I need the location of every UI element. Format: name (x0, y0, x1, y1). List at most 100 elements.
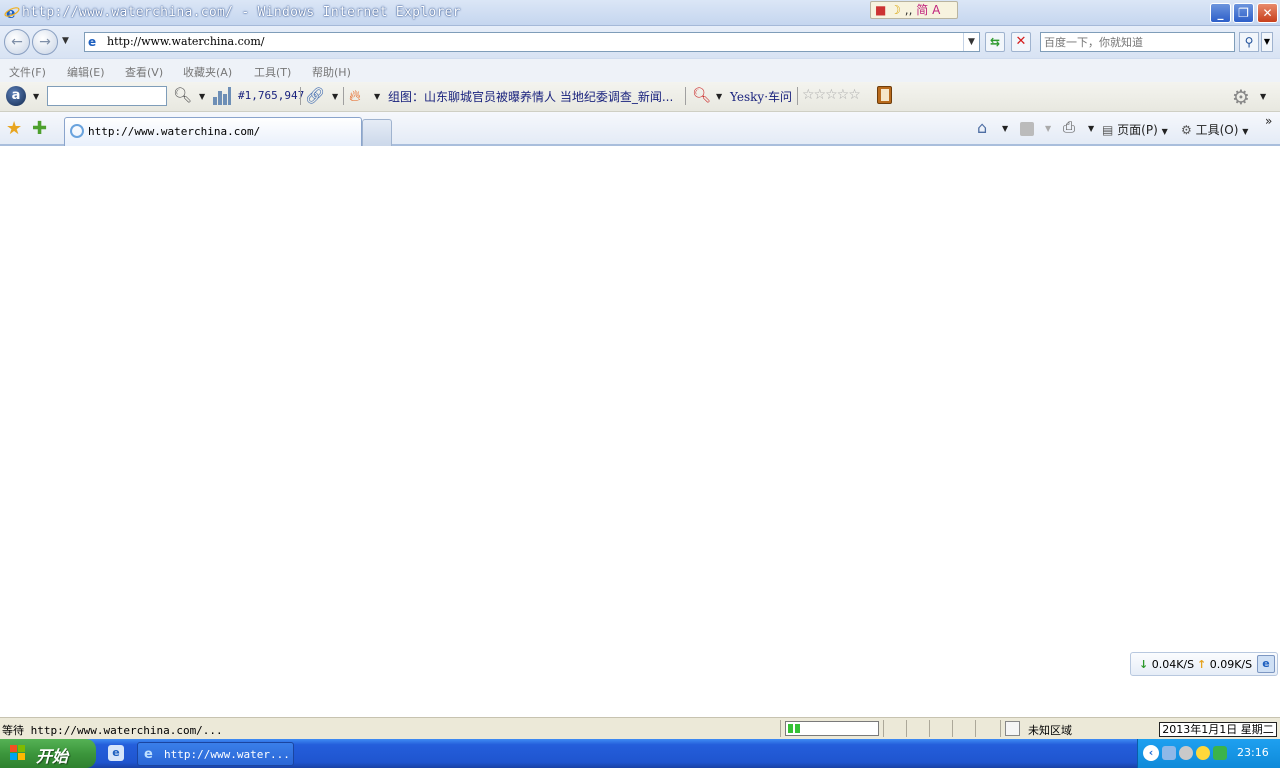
download-speed: ↓ 0.04K/S (1139, 658, 1194, 671)
refresh-button[interactable]: ⇆ (985, 32, 1005, 52)
ime-toolbar[interactable]: ■ ☽ ,, 简 A (870, 1, 958, 19)
minimize-button[interactable]: _ (1210, 3, 1231, 23)
more-commands-icon[interactable]: » (1265, 114, 1272, 128)
tools-menu-button[interactable]: ⚙ 工具(O) ▼ (1181, 121, 1248, 138)
search-input[interactable] (1041, 33, 1231, 51)
hot-news-link[interactable]: 组图：山东聊城官员被曝养情人 当地纪委调查_新闻... (388, 88, 673, 105)
clock[interactable]: 23:16 (1237, 746, 1269, 759)
ime-mode-icon[interactable]: ■ (875, 2, 886, 18)
chevron-down-icon: ▼ (1161, 127, 1168, 136)
system-tray: ‹ 23:16 (1137, 739, 1280, 768)
alexa-search-dropdown[interactable]: ▼ (199, 92, 205, 101)
toolbar-divider (300, 87, 301, 105)
hot-news-dropdown[interactable]: ▼ (374, 92, 380, 101)
menu-file[interactable]: 文件(F) (9, 64, 46, 80)
forward-button[interactable]: → (32, 29, 58, 55)
book-icon[interactable] (877, 86, 892, 104)
gear-icon: ⚙ (1181, 123, 1192, 137)
taskbar-item-ie[interactable]: e http://www.water... (137, 742, 294, 766)
ime-simplified-toggle[interactable]: 简 (916, 2, 928, 18)
traffic-rank-icon[interactable] (213, 87, 231, 105)
rating-stars[interactable]: ☆☆☆☆☆ (802, 87, 861, 103)
alexa-menu-dropdown[interactable]: ▼ (33, 92, 39, 101)
menu-view[interactable]: 查看(V) (125, 64, 163, 80)
rss-feed-icon[interactable] (1020, 122, 1034, 136)
ie-icon: e (144, 747, 153, 762)
address-dropdown[interactable]: ▼ (963, 33, 979, 51)
alexa-search-input[interactable] (47, 86, 167, 106)
quick-launch-ie-icon[interactable]: e (108, 745, 124, 761)
search-icon[interactable]: 🔍︎ (173, 86, 192, 104)
punctuation-icon[interactable]: ,, (905, 2, 913, 18)
new-tab-button[interactable] (362, 119, 392, 146)
start-label: 开始 (36, 747, 69, 766)
download-arrow-icon: ↓ (1139, 658, 1149, 671)
magnifier-dropdown[interactable]: ▼ (716, 92, 722, 101)
status-bar: 等待 http://www.waterchina.com/... 未知区域 20… (0, 717, 1280, 739)
favorites-star-icon[interactable]: ★ (6, 118, 22, 139)
links-dropdown[interactable]: ▼ (332, 92, 338, 101)
tools-menu-label: 工具(O) (1195, 123, 1239, 137)
menu-help[interactable]: 帮助(H) (312, 64, 351, 80)
search-options-dropdown[interactable]: ▼ (1261, 32, 1273, 52)
shield-icon[interactable] (1213, 746, 1227, 760)
download-speed-value: 0.04K/S (1151, 658, 1195, 671)
yesky-link[interactable]: Yesky·车问 (730, 88, 792, 105)
page-content[interactable] (0, 147, 1280, 716)
print-icon[interactable]: ⎙ (1063, 118, 1075, 136)
menu-bar: 文件(F) 编辑(E) 查看(V) 收藏夹(A) 工具(T) 帮助(H) (0, 58, 1280, 82)
settings-gear-icon[interactable]: ⚙ (1232, 85, 1250, 109)
settings-dropdown[interactable]: ▼ (1260, 92, 1266, 101)
security-zone-icon[interactable] (1005, 721, 1020, 736)
alexa-logo-icon[interactable]: a (6, 86, 26, 106)
search-box[interactable] (1040, 32, 1235, 52)
traffic-rank[interactable]: #1,765,947 (238, 89, 304, 102)
stop-button[interactable]: ✕ (1011, 32, 1031, 52)
date-display: 2013年1月1日 星期二 (1159, 722, 1277, 737)
address-url[interactable]: http://www.waterchina.com/ (107, 35, 265, 48)
recent-pages-dropdown[interactable]: ▼ (62, 36, 69, 46)
toolbar-divider (797, 87, 798, 105)
start-button[interactable]: 开始 (0, 739, 96, 768)
print-dropdown[interactable]: ▼ (1088, 124, 1094, 133)
upload-speed-value: 0.09K/S (1209, 658, 1253, 671)
show-hidden-icons-button[interactable]: ‹ (1143, 745, 1159, 761)
page-icon: e (88, 35, 97, 49)
home-icon[interactable]: ⌂ (977, 118, 987, 137)
magnifier-icon[interactable]: 🔍︎ (692, 86, 711, 104)
back-button[interactable]: ← (4, 29, 30, 55)
menu-tools[interactable]: 工具(T) (254, 64, 291, 80)
network-speed-widget[interactable]: ↓ 0.04K/S ↑ 0.09K/S e (1130, 652, 1278, 676)
menu-edit[interactable]: 编辑(E) (67, 64, 105, 80)
ie-icon[interactable]: e (1257, 655, 1275, 673)
ime-keyboard-toggle[interactable]: A (932, 2, 940, 18)
page-menu-button[interactable]: ▤ 页面(P) ▼ (1102, 121, 1168, 138)
address-bar[interactable]: e http://www.waterchina.com/ ▼ (84, 32, 980, 52)
search-button[interactable]: ⚲ (1239, 32, 1259, 52)
feed-dropdown[interactable]: ▼ (1045, 124, 1051, 133)
window-title: http://www.waterchina.com/ - Windows Int… (22, 5, 461, 20)
status-divider (883, 720, 884, 737)
network-icon[interactable] (1162, 746, 1176, 760)
loading-progress-bar (785, 721, 879, 736)
add-favorite-icon[interactable]: ✚ (32, 118, 47, 139)
volume-icon[interactable] (1179, 746, 1193, 760)
home-dropdown[interactable]: ▼ (1002, 124, 1008, 133)
security-plus-icon[interactable] (1196, 746, 1210, 760)
close-button[interactable]: ✕ (1257, 3, 1278, 23)
status-text: 等待 http://www.waterchina.com/... (2, 724, 223, 737)
tab-active[interactable]: http://www.waterchina.com/ (64, 117, 362, 146)
status-divider (952, 720, 953, 737)
taskbar-item-label: http://www.water... (164, 748, 290, 761)
menu-favorites[interactable]: 收藏夹(A) (183, 64, 232, 80)
alexa-toolbar: a ▼ 🔍︎ ▼ #1,765,947 🔗︎ ▼ 🔥︎ ▼ 组图：山东聊城官员被… (0, 82, 1280, 112)
security-zone[interactable]: 未知区域 (1028, 722, 1072, 738)
restore-button[interactable]: ❐ (1233, 3, 1254, 23)
upload-arrow-icon: ↑ (1197, 658, 1207, 671)
status-divider (929, 720, 930, 737)
status-divider (780, 720, 781, 737)
hot-news-icon[interactable]: 🔥︎ (349, 86, 361, 106)
link-icon[interactable]: 🔗︎ (305, 86, 325, 105)
moon-icon[interactable]: ☽ (890, 2, 901, 18)
windows-flag-icon (10, 745, 26, 761)
